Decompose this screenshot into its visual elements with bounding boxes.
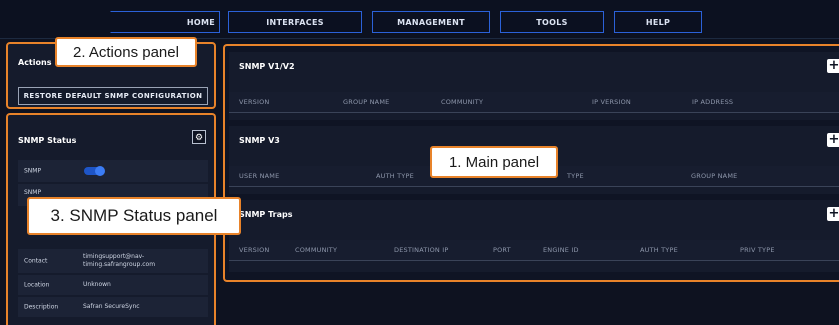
restore-default-snmp-button[interactable]: RESTORE DEFAULT SNMP CONFIGURATION — [18, 87, 208, 105]
status-label: Description — [24, 303, 59, 311]
column-header[interactable]: VERSION — [239, 246, 270, 254]
column-header[interactable]: VERSION — [239, 98, 270, 106]
plus-icon[interactable]: + — [827, 59, 839, 73]
actions-title: Actions — [18, 58, 52, 67]
status-value: Safran SecureSync — [83, 303, 140, 310]
nav-help[interactable]: HELP — [614, 11, 702, 33]
top-nav: HOME INTERFACES MANAGEMENT TOOLS HELP — [0, 0, 839, 39]
column-header[interactable]: PORT — [493, 246, 511, 254]
snmp-toggle[interactable] — [84, 166, 105, 176]
column-header[interactable]: GROUP NAME — [691, 172, 737, 180]
status-row-contact: Contact timingsupport@nav- timing.safran… — [18, 249, 208, 273]
status-value: Unknown — [83, 281, 111, 288]
section-title: SNMP V3 — [239, 136, 280, 145]
column-header[interactable]: PRIV TYPE — [740, 246, 775, 254]
column-header[interactable]: IP VERSION — [592, 98, 631, 106]
column-header[interactable]: DESTINATION IP — [394, 246, 449, 254]
status-value: timingsupport@nav- timing.safrangroup.co… — [83, 253, 155, 269]
column-header[interactable]: IP ADDRESS — [692, 98, 733, 106]
column-header[interactable]: AUTH TYPE — [376, 172, 414, 180]
snmp-status-title: SNMP Status — [18, 136, 77, 145]
plus-icon[interactable]: + — [827, 133, 839, 147]
callout-snmp-status-panel: 3. SNMP Status panel — [27, 197, 241, 235]
table-header: VERSION COMMUNITY DESTINATION IP PORT EN… — [229, 240, 839, 261]
section-title: SNMP Traps — [239, 210, 293, 219]
column-header[interactable]: ENGINE ID — [543, 246, 579, 254]
column-header[interactable]: USER NAME — [239, 172, 279, 180]
column-header[interactable]: TYPE — [567, 172, 584, 180]
contact-line-2: timing.safrangroup.com — [83, 261, 156, 268]
nav-interfaces[interactable]: INTERFACES — [228, 11, 362, 33]
status-label: Location — [24, 281, 50, 289]
status-row-snmp: SNMP — [18, 160, 208, 182]
column-header[interactable]: GROUP NAME — [343, 98, 389, 106]
column-header[interactable]: COMMUNITY — [295, 246, 337, 254]
column-header[interactable]: AUTH TYPE — [640, 246, 678, 254]
contact-line-1: timingsupport@nav- — [83, 253, 145, 260]
callout-actions-panel: 2. Actions panel — [55, 37, 197, 67]
section-title: SNMP V1/V2 — [239, 62, 295, 71]
column-header[interactable]: COMMUNITY — [441, 98, 483, 106]
nav-management[interactable]: MANAGEMENT — [372, 11, 490, 33]
nav-tools[interactable]: TOOLS — [500, 11, 604, 33]
status-row-description: Description Safran SecureSync — [18, 297, 208, 317]
gear-icon[interactable]: ⚙ — [192, 130, 206, 144]
status-label: Contact — [24, 257, 48, 265]
status-row-location: Location Unknown — [18, 275, 208, 295]
callout-main-panel: 1. Main panel — [430, 146, 558, 178]
toggle-knob — [95, 166, 105, 176]
status-label: SNMP — [24, 167, 42, 175]
snmp-v1v2-section: SNMP V1/V2 + VERSION GROUP NAME COMMUNIT… — [229, 52, 839, 120]
status-label: SNMP — [24, 189, 42, 196]
plus-icon[interactable]: + — [827, 207, 839, 221]
snmp-traps-section: SNMP Traps + VERSION COMMUNITY DESTINATI… — [229, 200, 839, 272]
table-header: VERSION GROUP NAME COMMUNITY IP VERSION … — [229, 92, 839, 113]
nav-home[interactable]: HOME — [110, 11, 220, 33]
